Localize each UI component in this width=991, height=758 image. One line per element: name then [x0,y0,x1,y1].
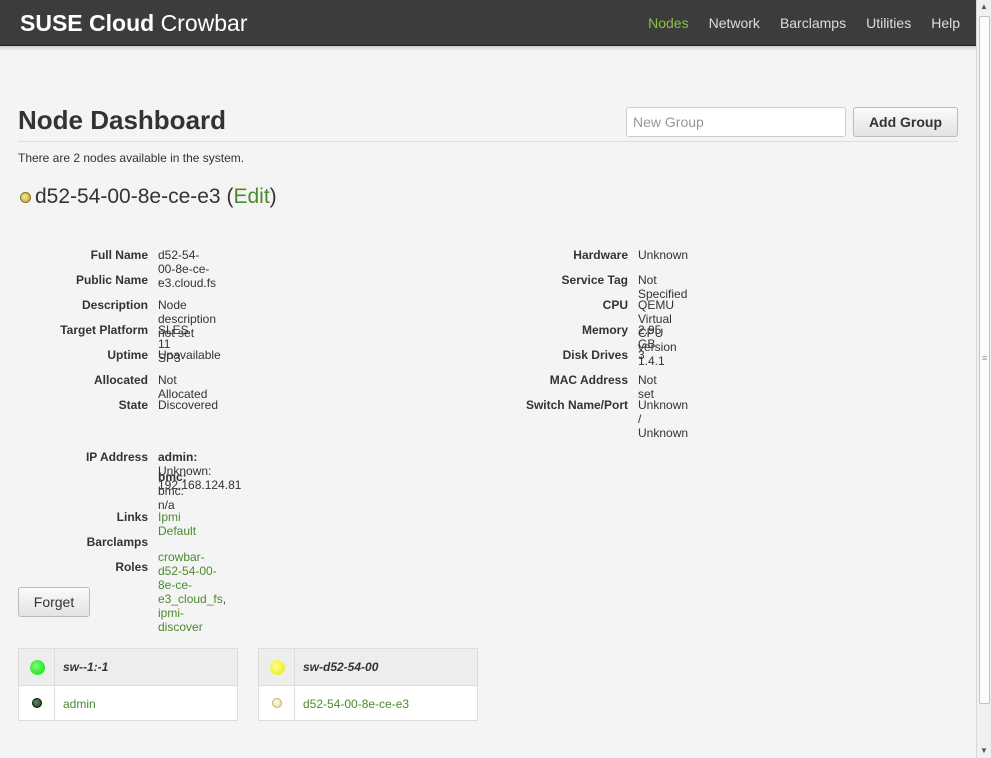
disk-drives-value: 3 [638,348,645,362]
main-nav: Nodes Network Barclamps Utilities Help [628,0,960,46]
scrollbar-grip-icon: ≡ [982,353,988,363]
service-tag-value: Not Specified [638,273,688,301]
node-heading: d52-54-00-8e-ce-e3 (Edit) [20,185,277,209]
mac-address-value: Not set [638,373,657,401]
nav-barclamps[interactable]: Barclamps [780,15,846,31]
nav-nodes[interactable]: Nodes [648,15,688,31]
nav-utilities[interactable]: Utilities [866,15,911,31]
roles-label: Roles [115,560,148,574]
switch-node-row: admin [19,686,237,721]
role-link-ipmi-discover[interactable]: ipmi-discover [158,606,203,634]
ip-admin-key: admin: [158,450,198,464]
add-group-button[interactable]: Add Group [853,107,958,137]
service-tag-label: Service Tag [561,273,628,287]
switch-port-value: Unknown / Unknown [638,398,689,440]
page-title: Node Dashboard [18,105,227,135]
switch-name: sw-d52-54-00 [303,660,379,674]
switch-port-label: Switch Name/Port [525,398,628,412]
links-label: Links [116,510,148,524]
full-name-label: Full Name [90,248,148,262]
switch-card: sw-d52-54-00 d52-54-00-8e-ce-e3 [258,648,478,721]
navbar-shadow [0,46,976,51]
node-status-cell [259,686,295,721]
cpu-label: CPU [602,298,628,312]
uptime-label: Uptime [107,348,148,362]
forget-button[interactable]: Forget [18,587,90,617]
node-name: d52-54-00-8e-ce-e3 [35,185,221,208]
ipmi-default-link[interactable]: Ipmi Default [158,510,196,538]
switch-status-cell [259,649,295,685]
memory-value: 2.95 GB [638,323,662,351]
description-label: Description [81,298,148,312]
switch-status-cell [19,649,55,685]
allocated-value: Not Allocated [158,373,208,401]
scroll-up-arrow-icon[interactable]: ▲ [977,0,991,14]
switch-status-icon [270,660,285,675]
state-label: State [118,398,148,412]
brand-bold: SUSE Cloud [20,10,155,36]
allocated-label: Allocated [93,373,148,387]
brand-logo[interactable]: SUSE Cloud Crowbar [20,10,247,37]
node-ready-icon [32,698,42,708]
ip-address-label: IP Address [85,450,148,464]
roles-values: crowbar-d52-54-00-8e-ce-e3_cloud_fs, ipm… [158,550,226,634]
scrollbar-thumb[interactable]: ≡ [979,16,990,704]
edit-close-paren: ) [269,185,277,208]
brand-light: Crowbar [160,10,248,36]
switch-node-link[interactable]: admin [63,697,96,711]
switch-header: sw--1:-1 [19,649,237,686]
role-separator: , [222,592,227,606]
role-link-crowbar[interactable]: crowbar-d52-54-00-8e-ce-e3_cloud_fs [158,550,223,606]
memory-label: Memory [581,323,628,337]
edit-node-link[interactable]: Edit [233,185,269,209]
public-name-label: Public Name [75,273,148,287]
page-header: Node Dashboard Add Group [18,102,958,142]
uptime-value: Unavailable [158,348,221,362]
switch-card: sw--1:-1 admin [18,648,238,721]
mac-address-label: MAC Address [549,373,628,387]
top-navbar: SUSE Cloud Crowbar Nodes Network Barclam… [0,0,976,46]
hardware-value: Unknown [638,248,689,262]
barclamps-label: Barclamps [86,535,148,549]
full-name-value: d52-54-00-8e-ce-e3.cloud.fs [158,248,217,290]
public-name-value: - [158,273,162,287]
vertical-scrollbar[interactable]: ▲ ≡ ▼ [976,0,991,758]
target-platform-label: Target Platform [60,323,148,337]
nav-help[interactable]: Help [931,15,960,31]
links-value-wrap: Ipmi Default [158,510,196,538]
switch-status-icon [30,660,45,675]
switch-header: sw-d52-54-00 [259,649,477,686]
ip-bmc: bmc: bmc: n/a [158,470,187,512]
switch-node-link[interactable]: d52-54-00-8e-ce-e3 [303,697,409,711]
node-status-cell [19,686,55,721]
disk-drives-label: Disk Drives [562,348,628,362]
node-count-summary: There are 2 nodes available in the syste… [18,151,245,165]
edit-open-paren: ( [226,185,234,208]
switch-node-row: d52-54-00-8e-ce-e3 [259,686,477,721]
hardware-label: Hardware [573,248,628,262]
nav-network[interactable]: Network [709,15,760,31]
switch-name: sw--1:-1 [63,660,109,674]
state-value: Discovered [158,398,219,412]
node-status-icon [20,191,31,203]
ip-bmc-value: bmc: n/a [158,484,185,512]
new-group-input[interactable] [626,107,846,137]
node-discovered-icon [272,698,282,708]
scroll-down-arrow-icon[interactable]: ▼ [977,744,991,758]
ip-bmc-key: bmc: [158,470,187,484]
